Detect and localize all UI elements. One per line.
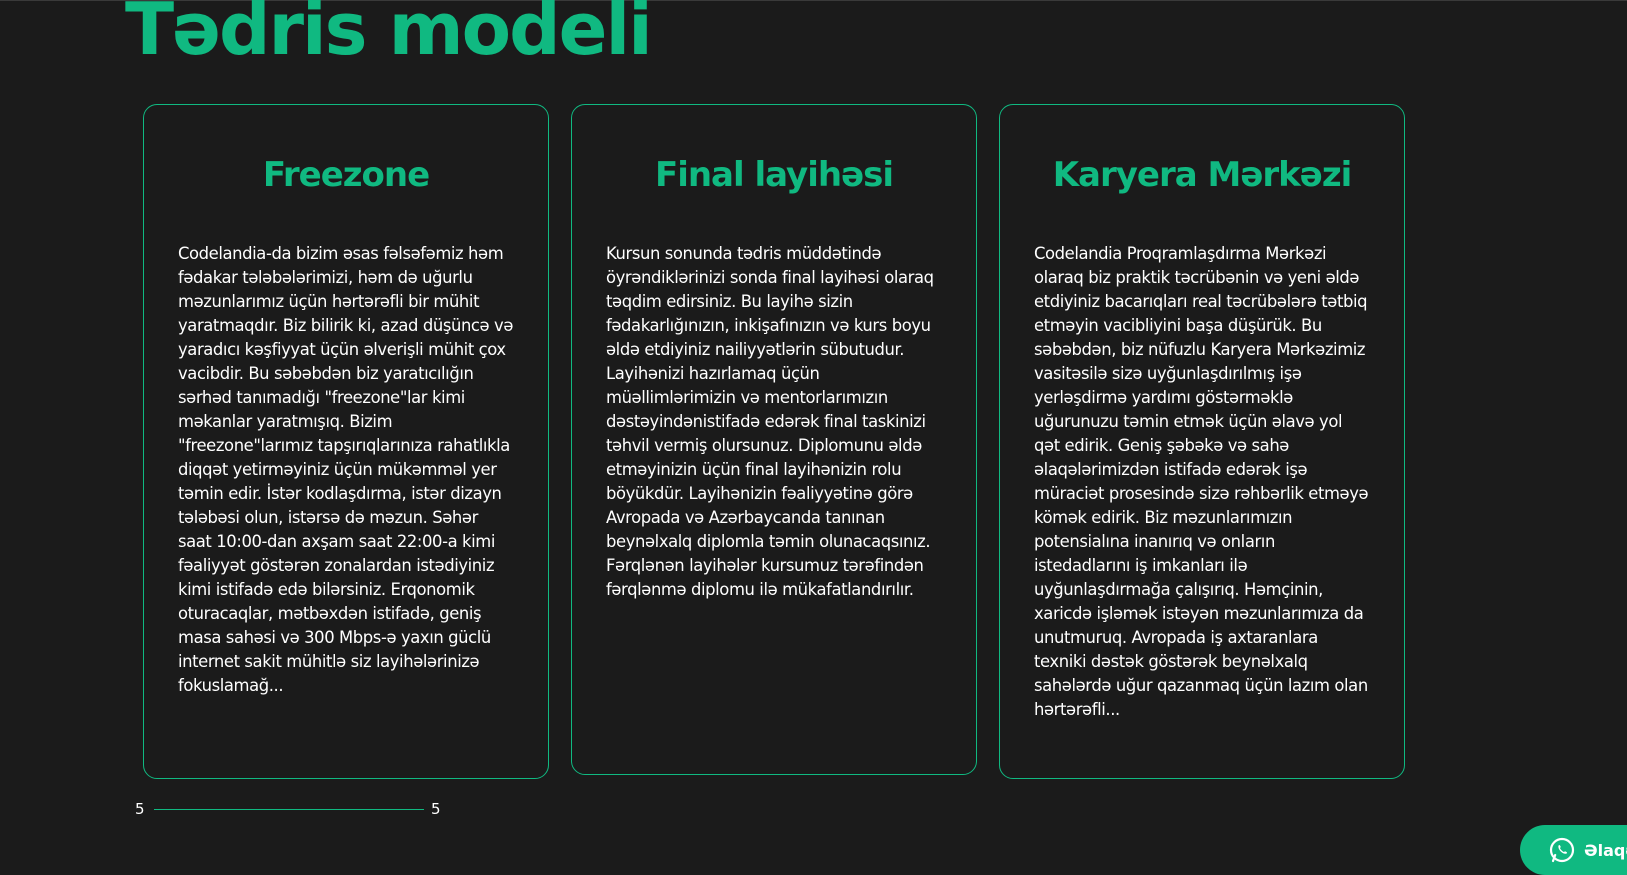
card-freezone: Freezone Codelandia-da bizim əsas fəlsəf… [143,104,549,779]
pagination-current: 5 [135,800,145,818]
card-title: Final layihəsi [654,155,894,195]
card-body: Codelandia-da bizim əsas fəlsəfəmiz həm … [178,243,514,695]
card-final-project: Final layihəsi Kursun sonunda tədris müd… [571,104,977,775]
contact-whatsapp-button[interactable]: Əlaqə s [1520,825,1627,875]
contact-label: Əlaqə s [1584,840,1627,860]
card-title: Freezone [262,155,430,195]
pagination-progress-bar[interactable] [154,809,424,810]
slider-pagination: 5 5 [132,799,452,819]
card-title: Karyera Mərkəzi [1052,155,1353,195]
card-body: Kursun sonunda tədris müddətində öyrəndi… [606,243,934,599]
card-career-center: Karyera Mərkəzi Codelandia Proqramlaşdır… [999,104,1405,779]
card-body: Codelandia Proqramlaşdırma Mərkəzi olara… [1034,243,1369,719]
page-title: Tədris modeli [125,0,653,71]
whatsapp-icon [1548,836,1576,864]
pagination-total: 5 [431,800,441,818]
